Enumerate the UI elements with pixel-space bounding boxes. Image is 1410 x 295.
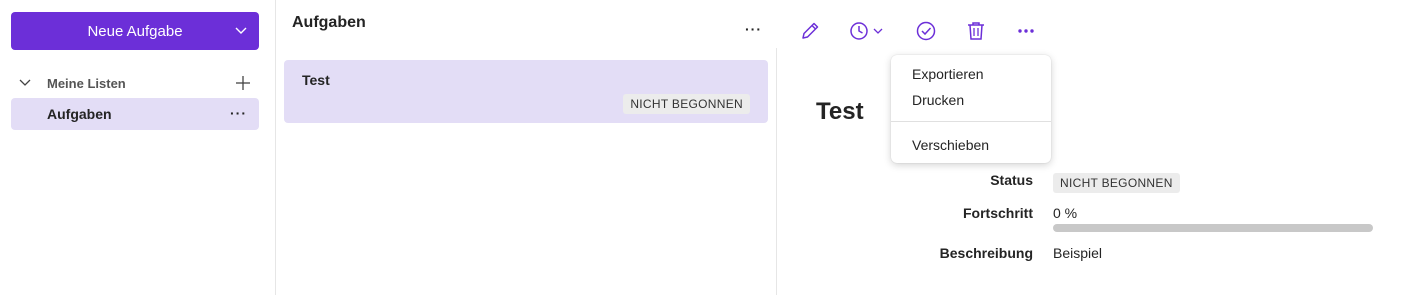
list-title: Aufgaben (292, 14, 366, 31)
description-value[interactable]: Beispiel (1053, 245, 1102, 261)
edit-icon[interactable] (799, 20, 821, 42)
task-card[interactable]: Test NICHT BEGONNEN (284, 60, 768, 123)
sidebar-item-aufgaben[interactable]: Aufgaben ··· (11, 98, 259, 130)
my-lists-label: Meine Listen (47, 75, 126, 91)
sidebar-item-label: Aufgaben (47, 106, 112, 122)
menu-item-move[interactable]: Verschieben (912, 137, 989, 153)
progress-label: Fortschritt (963, 205, 1033, 221)
detail-title: Test (816, 98, 864, 125)
delete-icon[interactable] (965, 20, 987, 42)
more-icon[interactable] (1015, 20, 1037, 42)
menu-separator (891, 121, 1051, 122)
list-options-icon[interactable]: ··· (745, 22, 762, 36)
my-lists-header[interactable]: Meine Listen (18, 72, 259, 94)
more-actions-menu: Exportieren Drucken Verschieben (891, 55, 1051, 163)
sidebar-divider (275, 0, 276, 295)
menu-item-print[interactable]: Drucken (912, 92, 964, 108)
status-badge[interactable]: NICHT BEGONNEN (1053, 173, 1180, 193)
description-label: Beschreibung (939, 245, 1033, 261)
progress-bar[interactable] (1053, 224, 1373, 232)
new-task-label: Neue Aufgabe (87, 22, 183, 40)
status-label: Status (990, 172, 1033, 188)
detail-divider (776, 48, 777, 295)
new-task-button[interactable]: Neue Aufgabe (11, 12, 259, 50)
progress-value: 0 % (1053, 205, 1078, 221)
clock-icon[interactable] (849, 20, 885, 42)
task-title: Test (302, 72, 330, 88)
chevron-down-icon[interactable] (18, 76, 32, 90)
list-more-icon[interactable]: ··· (230, 106, 247, 120)
add-list-icon[interactable] (235, 75, 251, 91)
menu-item-export[interactable]: Exportieren (912, 66, 984, 82)
chevron-down-icon[interactable] (234, 23, 248, 37)
complete-icon[interactable] (915, 20, 937, 42)
status-badge: NICHT BEGONNEN (623, 94, 750, 114)
